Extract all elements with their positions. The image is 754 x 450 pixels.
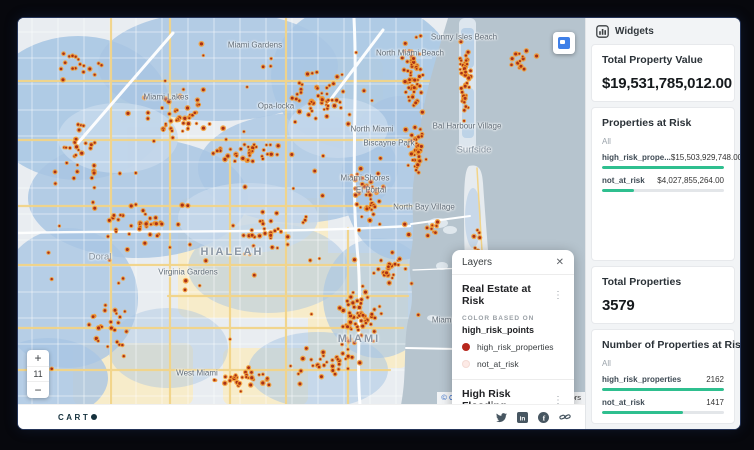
basemap-icon bbox=[558, 37, 570, 49]
legend-dot-high-risk bbox=[462, 343, 470, 351]
row-bar bbox=[602, 388, 724, 391]
widget-total-property-value: Total Property Value $19,531,785,012.00 bbox=[591, 44, 735, 102]
widget-filter-label[interactable]: All bbox=[602, 137, 724, 146]
legend-item: high_risk_properties bbox=[462, 342, 564, 352]
row-value: $4,027,855,264.00 bbox=[657, 176, 724, 185]
widgets-icon bbox=[596, 24, 609, 38]
carto-logo-dot-icon bbox=[91, 414, 98, 421]
widget-row-high-risk[interactable]: high_risk_prope... $15,503,929,748.00 bbox=[602, 153, 740, 169]
row-bar bbox=[602, 189, 724, 192]
widgets-header-label: Widgets bbox=[615, 25, 654, 37]
link-icon[interactable] bbox=[559, 411, 571, 423]
widget-title: Total Property Value bbox=[602, 54, 703, 66]
widget-total-properties: Total Properties 3579 bbox=[591, 266, 735, 324]
color-based-on-field: high_risk_points bbox=[462, 325, 535, 335]
widget-title: Properties at Risk bbox=[602, 117, 692, 129]
widget-filter-label[interactable]: All bbox=[602, 359, 724, 368]
row-label: not_at_risk bbox=[602, 398, 645, 407]
layer-real-estate-at-risk: Real Estate at Risk ⋮ COLOR BASED ON hig… bbox=[452, 275, 574, 379]
widget-title: Total Properties bbox=[602, 276, 682, 288]
row-value: 2162 bbox=[706, 375, 724, 384]
row-label: high_risk_properties bbox=[602, 375, 682, 384]
widget-value: $19,531,785,012.00 bbox=[602, 75, 732, 92]
legend-label: not_at_risk bbox=[477, 359, 519, 369]
zoom-out-button[interactable]: − bbox=[27, 382, 49, 398]
zoom-in-button[interactable]: + bbox=[27, 350, 49, 366]
layer-high-risk-flooding: High Risk Flooding ⋮ High Risk Flooding bbox=[452, 379, 574, 404]
map-section: Miami Gardens Sunny Isles Beach North Miam… bbox=[18, 18, 585, 429]
layer-name: High Risk Flooding bbox=[462, 388, 511, 404]
facebook-icon[interactable]: f bbox=[538, 411, 549, 423]
linkedin-icon[interactable]: in bbox=[517, 411, 528, 423]
row-value: 1417 bbox=[706, 398, 724, 407]
widget-number-properties-at-risk: Number of Properties at Risk All high_ri… bbox=[591, 329, 740, 424]
widget-row-high-risk[interactable]: high_risk_properties 2162 bbox=[602, 375, 724, 391]
row-bar bbox=[602, 411, 724, 414]
widget-row-not-at-risk[interactable]: not_at_risk 1417 bbox=[602, 398, 724, 414]
carto-logo[interactable]: CART bbox=[58, 412, 98, 422]
zoom-control: + 11 − bbox=[27, 350, 49, 399]
color-based-on-label: COLOR BASED ON bbox=[462, 315, 535, 322]
basemap-toggle-button[interactable] bbox=[553, 32, 575, 54]
layers-panel: Layers ✕ Real Estate at Risk ⋮ COLOR BAS… bbox=[452, 250, 574, 405]
svg-text:in: in bbox=[520, 415, 526, 422]
map-canvas[interactable]: Miami Gardens Sunny Isles Beach North Miam… bbox=[18, 18, 585, 405]
row-label: high_risk_prope... bbox=[602, 153, 671, 162]
widget-row-not-at-risk[interactable]: not_at_risk $4,027,855,264.00 bbox=[602, 176, 724, 192]
close-icon[interactable]: ✕ bbox=[556, 257, 564, 268]
legend-item: not_at_risk bbox=[462, 359, 564, 369]
app-window: Miami Gardens Sunny Isles Beach North Miam… bbox=[18, 18, 740, 429]
kebab-menu-icon[interactable]: ⋮ bbox=[552, 290, 564, 301]
svg-text:f: f bbox=[543, 413, 546, 422]
layers-panel-title: Layers bbox=[462, 257, 493, 268]
widget-title: Number of Properties at Risk bbox=[602, 339, 740, 351]
footer-strip: CART in f bbox=[18, 404, 585, 429]
row-value: $15,503,929,748.00 bbox=[670, 153, 740, 162]
widget-value: 3579 bbox=[602, 297, 635, 314]
row-bar bbox=[602, 166, 724, 169]
widgets-header: Widgets bbox=[591, 18, 735, 44]
widgets-sidebar: Widgets Total Property Value $19,531,785… bbox=[585, 18, 740, 429]
carto-logo-text: CART bbox=[58, 412, 91, 422]
widget-properties-at-risk: Properties at Risk All high_risk_prope..… bbox=[591, 107, 740, 261]
kebab-menu-icon[interactable]: ⋮ bbox=[552, 395, 564, 405]
layer-name: Real Estate at Risk bbox=[462, 283, 531, 307]
twitter-icon[interactable] bbox=[496, 412, 507, 423]
legend-dot-not-at-risk bbox=[462, 360, 470, 368]
zoom-level: 11 bbox=[27, 366, 49, 383]
row-label: not_at_risk bbox=[602, 176, 645, 185]
legend-label: high_risk_properties bbox=[477, 342, 554, 352]
social-links: in f bbox=[496, 411, 571, 423]
layers-panel-header: Layers ✕ bbox=[452, 250, 574, 275]
